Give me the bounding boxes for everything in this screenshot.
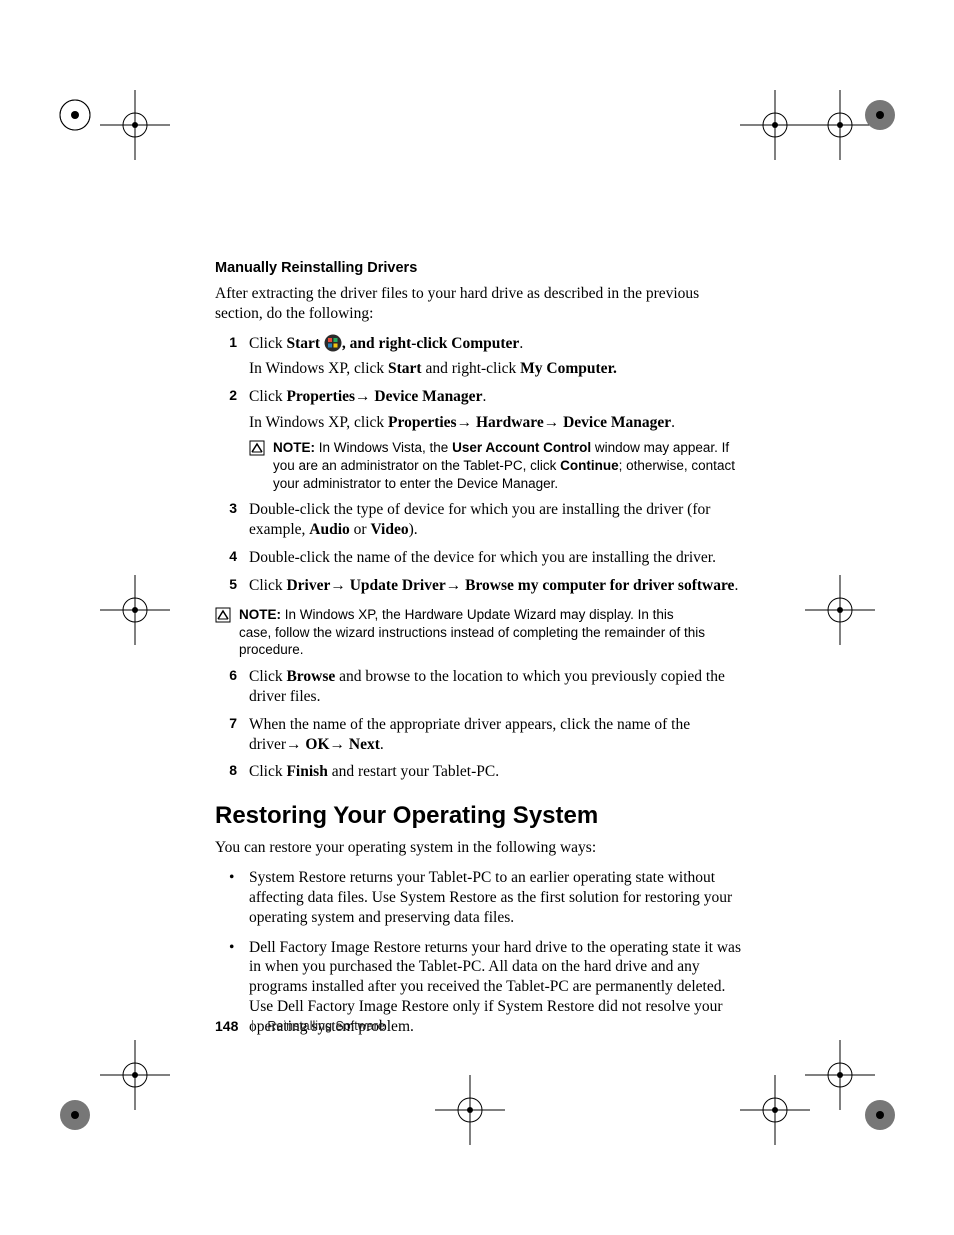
- step-number: 1: [215, 334, 237, 352]
- step-subtext: In Windows XP, click Start and right-cli…: [249, 359, 745, 379]
- step-1: 1 Click Start , and right-click Computer…: [215, 334, 745, 380]
- crop-mark-icon: [860, 95, 900, 135]
- crop-mark-icon: [805, 575, 875, 645]
- steps-list: 1 Click Start , and right-click Computer…: [215, 334, 745, 596]
- step-number: 8: [215, 762, 237, 780]
- footer-divider: [252, 1020, 253, 1032]
- step-text: Double-click the name of the device for …: [249, 549, 716, 566]
- note-text: NOTE: In Windows Vista, the User Account…: [273, 439, 745, 492]
- crop-mark-icon: [860, 1095, 900, 1135]
- crop-mark-icon: [100, 90, 170, 160]
- step-2: 2 Click Properties→ Device Manager. In W…: [215, 387, 745, 492]
- note-icon: [215, 607, 231, 628]
- steps-list-continued: 6 Click Browse and browse to the locatio…: [215, 667, 745, 782]
- crop-mark-icon: [55, 95, 95, 135]
- step-number: 7: [215, 715, 237, 733]
- step-number: 3: [215, 500, 237, 518]
- crop-mark-icon: [100, 575, 170, 645]
- step-8: 8 Click Finish and restart your Tablet-P…: [215, 762, 745, 782]
- crop-mark-icon: [100, 1040, 170, 1110]
- step-5: 5 Click Driver→ Update Driver→ Browse my…: [215, 576, 745, 596]
- step-text: Click Driver→ Update Driver→ Browse my c…: [249, 577, 738, 594]
- step-6: 6 Click Browse and browse to the locatio…: [215, 667, 745, 707]
- note-callout: NOTE: In Windows Vista, the User Account…: [249, 439, 745, 492]
- crop-mark-icon: [805, 90, 875, 160]
- crop-mark-icon: [740, 90, 810, 160]
- windows-start-icon: [324, 334, 342, 352]
- subheading: Manually Reinstalling Drivers: [215, 260, 745, 276]
- note-text: NOTE: In Windows XP, the Hardware Update…: [239, 606, 745, 659]
- step-text: Double-click the type of device for whic…: [249, 501, 710, 538]
- step-3: 3 Double-click the type of device for wh…: [215, 500, 745, 540]
- crop-mark-icon: [805, 1040, 875, 1110]
- step-number: 4: [215, 548, 237, 566]
- step-number: 6: [215, 667, 237, 685]
- step-number: 5: [215, 576, 237, 594]
- intro-paragraph: After extracting the driver files to you…: [215, 284, 745, 324]
- step-text: Click Start , and right-click Computer.: [249, 335, 523, 352]
- step-text: When the name of the appropriate driver …: [249, 716, 690, 753]
- footer-section-name: Reinstalling Software: [267, 1019, 384, 1033]
- step-subtext: In Windows XP, click Properties→ Hardwar…: [249, 413, 745, 433]
- page-number: 148: [215, 1018, 238, 1034]
- note-callout: NOTE: In Windows XP, the Hardware Update…: [215, 606, 745, 659]
- step-number: 2: [215, 387, 237, 405]
- crop-mark-icon: [435, 1075, 505, 1145]
- page-content: Manually Reinstalling Drivers After extr…: [215, 260, 745, 1047]
- step-text: Click Finish and restart your Tablet-PC.: [249, 763, 499, 780]
- bullet-item: System Restore returns your Tablet-PC to…: [215, 868, 745, 927]
- crop-mark-icon: [55, 1095, 95, 1135]
- step-text: Click Browse and browse to the location …: [249, 668, 725, 705]
- step-4: 4 Double-click the name of the device fo…: [215, 548, 745, 568]
- crop-mark-icon: [740, 1075, 810, 1145]
- section-intro: You can restore your operating system in…: [215, 838, 745, 858]
- bullet-list: System Restore returns your Tablet-PC to…: [215, 868, 745, 1037]
- note-icon: [249, 440, 265, 461]
- step-text: Click Properties→ Device Manager.: [249, 388, 486, 405]
- step-7: 7 When the name of the appropriate drive…: [215, 715, 745, 755]
- page-footer: 148 Reinstalling Software: [215, 1018, 385, 1034]
- section-heading: Restoring Your Operating System: [215, 802, 745, 830]
